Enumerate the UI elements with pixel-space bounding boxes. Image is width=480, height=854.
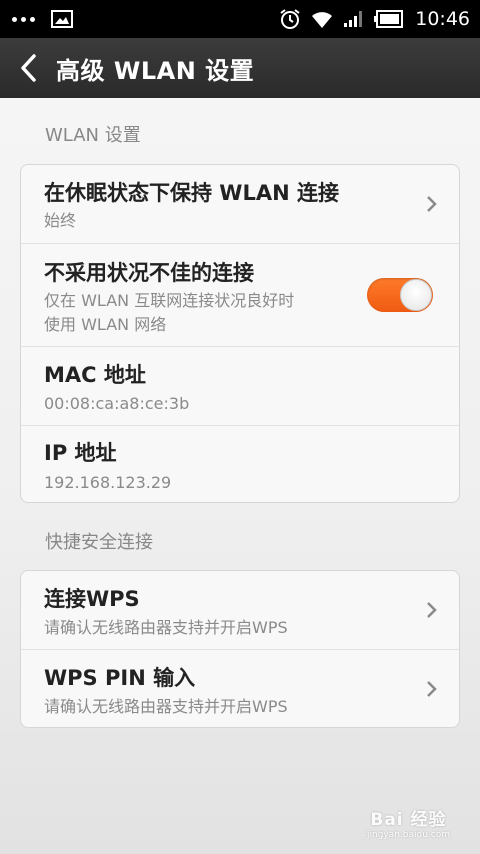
- setting-value: 始终: [44, 211, 77, 230]
- wps-card: 连接WPS 请确认无线路由器支持并开启WPS WPS PIN 输入 请确认无线路…: [20, 570, 460, 728]
- page-title: 高级 WLAN 设置: [56, 56, 255, 85]
- battery-icon: [374, 10, 404, 28]
- setting-title: WPS PIN 输入: [44, 666, 196, 690]
- mac-address-value: 00:08:ca:a8:ce:3b: [44, 394, 190, 413]
- image-notification-icon: [51, 10, 73, 28]
- setting-connect-wps[interactable]: 连接WPS 请确认无线路由器支持并开启WPS: [21, 571, 459, 649]
- setting-title: 在休眠状态下保持 WLAN 连接: [44, 181, 339, 205]
- setting-description: 请确认无线路由器支持并开启WPS: [44, 618, 288, 637]
- setting-title: IP 地址: [44, 441, 117, 465]
- setting-avoid-poor-connection[interactable]: 不采用状况不佳的连接 仅在 WLAN 互联网连接状况良好时 使用 WLAN 网络: [21, 243, 459, 346]
- setting-title: 连接WPS: [44, 587, 140, 611]
- watermark-logo-text: Bai 经验: [370, 810, 447, 830]
- status-bar: 10:46: [0, 0, 480, 38]
- title-bar: 高级 WLAN 设置: [0, 38, 480, 98]
- chevron-right-icon: [427, 681, 437, 697]
- alarm-icon: [280, 9, 300, 29]
- section-header-wlan: WLAN 设置: [45, 125, 141, 146]
- signal-icon: [344, 11, 363, 27]
- status-time: 10:46: [415, 8, 470, 30]
- chevron-right-icon: [427, 602, 437, 618]
- setting-wps-pin[interactable]: WPS PIN 输入 请确认无线路由器支持并开启WPS: [21, 649, 459, 727]
- avoid-poor-connection-toggle[interactable]: [367, 278, 433, 312]
- wifi-icon: [312, 12, 333, 28]
- toggle-knob: [400, 279, 432, 311]
- setting-keep-wlan-on-sleep[interactable]: 在休眠状态下保持 WLAN 连接 始终: [21, 165, 459, 243]
- watermark-url: jingyan.baidu.com: [366, 830, 450, 840]
- setting-description-line2: 使用 WLAN 网络: [44, 315, 167, 334]
- back-arrow-icon: [21, 54, 36, 82]
- baidu-watermark: Bai 经验 jingyan.baidu.com: [367, 805, 450, 840]
- wlan-settings-card: 在休眠状态下保持 WLAN 连接 始终 不采用状况不佳的连接 仅在 WLAN 互…: [20, 164, 460, 503]
- setting-title: 不采用状况不佳的连接: [44, 261, 254, 285]
- back-button[interactable]: [0, 38, 56, 98]
- ip-address-value: 192.168.123.29: [44, 473, 172, 492]
- setting-description: 请确认无线路由器支持并开启WPS: [44, 697, 288, 716]
- setting-mac-address: MAC 地址 00:08:ca:a8:ce:3b: [21, 346, 459, 425]
- overflow-dots-icon: [12, 16, 35, 22]
- setting-ip-address: IP 地址 192.168.123.29: [21, 425, 459, 502]
- section-header-quick-secure: 快捷安全连接: [45, 532, 153, 553]
- chevron-right-icon: [427, 196, 437, 212]
- setting-description-line1: 仅在 WLAN 互联网连接状况良好时: [44, 291, 295, 310]
- setting-title: MAC 地址: [44, 363, 146, 387]
